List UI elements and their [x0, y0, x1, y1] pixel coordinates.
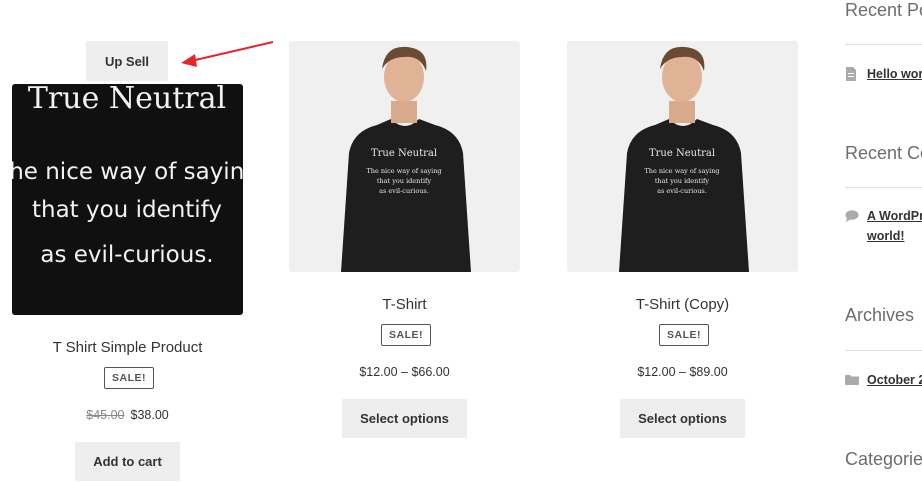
- categories-heading: Categorie: [845, 449, 922, 469]
- tee-line-3: as evil-curious.: [379, 187, 429, 195]
- divider: [845, 350, 922, 351]
- select-options-button[interactable]: Select options: [620, 399, 745, 438]
- old-price: $45.00: [86, 408, 125, 422]
- add-to-cart-button[interactable]: Add to cart: [75, 442, 180, 481]
- recent-posts-heading: Recent Po: [845, 0, 922, 20]
- archive-link[interactable]: October 2: [867, 373, 922, 387]
- image-line-3: as evil-curious.: [40, 242, 213, 268]
- recent-comments-heading: Recent Co: [845, 143, 922, 163]
- image-line-2: that you identify: [32, 197, 222, 223]
- sale-price: $38.00: [130, 408, 169, 422]
- tee-line-2: that you identify: [377, 177, 432, 185]
- sale-badge: SALE!: [381, 324, 431, 346]
- product-price: $45.00 $38.00: [12, 408, 243, 422]
- tee-line-3: as evil-curious.: [657, 187, 707, 195]
- tee-line-1: The nice way of saying: [366, 167, 441, 175]
- product-title[interactable]: T Shirt Simple Product: [12, 339, 243, 356]
- product-image-tshirt[interactable]: True Neutral The nice way of saying that…: [289, 41, 520, 272]
- tee-line-2: that you identify: [655, 177, 710, 185]
- comment-icon: [845, 210, 859, 222]
- select-options-button[interactable]: Select options: [342, 399, 467, 438]
- image-headline: True Neutral: [28, 84, 226, 116]
- product-image-simple[interactable]: True Neutral The nice way of saying that…: [12, 84, 243, 315]
- folder-icon: [845, 375, 859, 385]
- recent-comment-link-cont[interactable]: world!: [867, 229, 905, 243]
- image-line-1: The nice way of saying: [12, 159, 243, 185]
- product-image-tshirt-copy[interactable]: True Neutral The nice way of saying that…: [567, 41, 798, 272]
- tee-headline: True Neutral: [649, 148, 715, 159]
- tee-headline: True Neutral: [371, 148, 437, 159]
- recent-comment-link[interactable]: A WordPr: [867, 209, 922, 223]
- product-price: $12.00 – $89.00: [637, 365, 728, 379]
- divider: [845, 44, 922, 45]
- product-title[interactable]: T-Shirt: [289, 296, 520, 313]
- arrow-annotation: [181, 41, 274, 67]
- recent-post-link[interactable]: Hello wor: [867, 67, 922, 81]
- document-icon: [846, 67, 856, 81]
- product-price: $12.00 – $66.00: [359, 365, 450, 379]
- archives-heading: Archives: [845, 305, 915, 325]
- divider: [845, 187, 922, 188]
- sale-badge: SALE!: [104, 367, 154, 389]
- product-title[interactable]: T-Shirt (Copy): [567, 296, 798, 313]
- sale-badge: SALE!: [659, 324, 709, 346]
- upsell-label: Up Sell: [86, 41, 168, 81]
- tee-line-1: The nice way of saying: [644, 167, 719, 175]
